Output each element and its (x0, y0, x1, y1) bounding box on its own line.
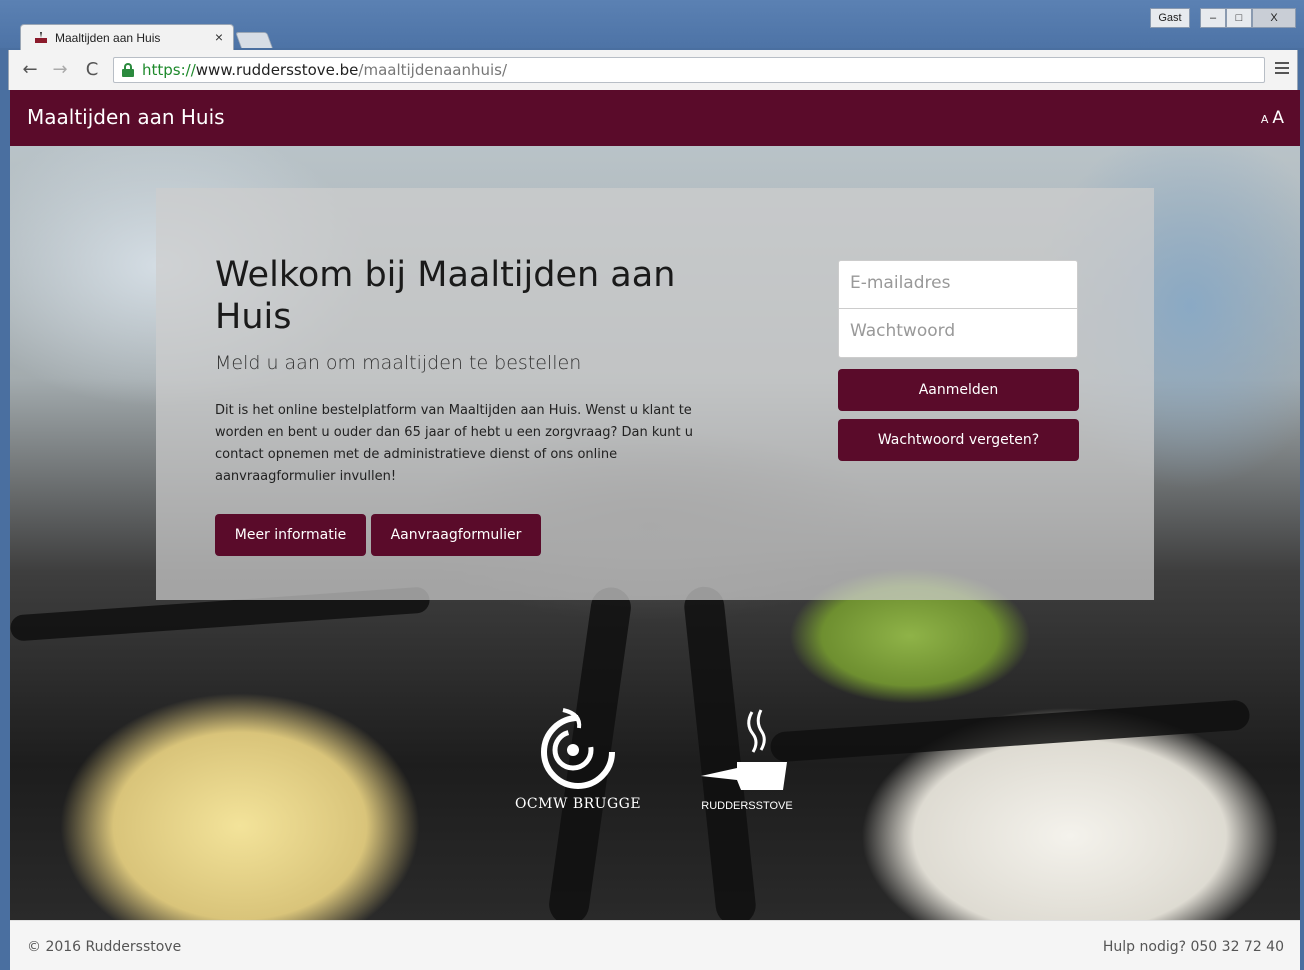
email-input[interactable] (850, 273, 1066, 293)
ruddersstove-logo-text: RUDDERSSTOVE (701, 800, 793, 812)
site-footer: © 2016 Ruddersstove Hulp nodig? 050 32 7… (10, 920, 1300, 970)
tab-title: Maaltijden aan Huis (55, 31, 161, 45)
email-field[interactable] (838, 260, 1078, 309)
page-subtitle: Meld u aan om maaltijden te bestellen (215, 352, 582, 374)
password-input[interactable] (850, 321, 1066, 341)
browser-tab[interactable]: Maaltijden aan Huis × (20, 24, 234, 50)
forward-button[interactable]: → (49, 60, 71, 80)
help-phone-text: Hulp nodig? 050 32 72 40 (1102, 939, 1284, 955)
back-button[interactable]: ← (19, 60, 41, 80)
new-tab-button[interactable] (235, 32, 273, 48)
site-header: Maaltijden aan Huis AA (10, 90, 1300, 146)
tab-close-icon[interactable]: × (215, 29, 223, 45)
copyright-text: © 2016 Ruddersstove (27, 939, 182, 955)
ruddersstove-logo-icon (701, 709, 787, 790)
hero-background: Welkom bij Maaltijden aan Huis Meld u aa… (10, 146, 1300, 920)
web-page: Maaltijden aan Huis AA Welkom bij Maalti… (10, 90, 1300, 970)
intro-text: Dit is het online bestelplatform van Maa… (215, 403, 693, 484)
ocmw-brugge-logo: OCMW BRUGGE (508, 706, 648, 826)
font-smaller-button[interactable]: A (1261, 113, 1269, 126)
page-title: Welkom bij Maaltijden aan Huis (215, 255, 676, 337)
url-text: https://www.ruddersstove.be/maaltijdenaa… (142, 61, 508, 79)
maximize-button[interactable]: □ (1226, 8, 1252, 28)
minimize-button[interactable]: – (1200, 8, 1226, 28)
reload-button[interactable]: C (81, 60, 103, 80)
font-size-controls: AA (1261, 108, 1284, 128)
user-profile-button[interactable]: Gast (1150, 8, 1190, 28)
password-field[interactable] (838, 309, 1078, 358)
tray-edge (769, 699, 1251, 763)
browser-menu-icon[interactable] (1275, 62, 1289, 76)
forgot-password-button[interactable]: Wachtwoord vergeten? (838, 419, 1079, 461)
ruddersstove-logo: RUDDERSSTOVE (692, 706, 802, 826)
browser-toolbar: ← → C https://www.ruddersstove.be/maalti… (8, 50, 1298, 90)
browser-window: Maaltijden aan Huis × Gast – □ X ← → C h… (0, 0, 1304, 970)
application-form-button[interactable]: Aanvraagformulier (371, 514, 541, 556)
login-button[interactable]: Aanmelden (838, 369, 1079, 411)
lock-icon (122, 63, 134, 77)
ocmw-logo-icon (541, 708, 615, 789)
more-info-button[interactable]: Meer informatie (215, 514, 366, 556)
close-window-button[interactable]: X (1252, 8, 1296, 28)
login-panel: Welkom bij Maaltijden aan Huis Meld u aa… (156, 188, 1154, 600)
site-title[interactable]: Maaltijden aan Huis (27, 105, 225, 129)
favicon-icon (35, 32, 47, 43)
browser-titlebar: Maaltijden aan Huis × Gast – □ X (0, 0, 1304, 50)
font-larger-button[interactable]: A (1272, 108, 1284, 128)
ocmw-logo-text: OCMW BRUGGE (514, 796, 642, 812)
address-bar[interactable]: https://www.ruddersstove.be/maaltijdenaa… (113, 57, 1265, 83)
